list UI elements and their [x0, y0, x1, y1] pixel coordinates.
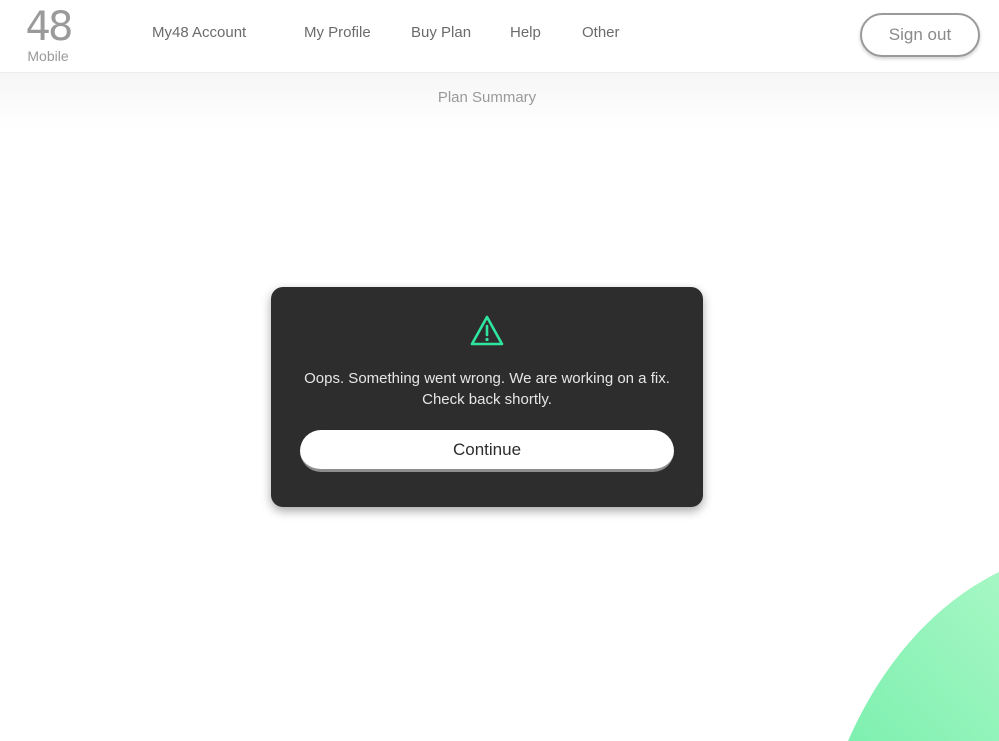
error-message-line-2: Check back shortly.: [422, 391, 552, 408]
nav-item-other[interactable]: Other: [582, 24, 620, 41]
error-dialog: Oops. Something went wrong. We are worki…: [271, 287, 703, 507]
logo-subtext: Mobile: [27, 48, 69, 64]
nav-item-help[interactable]: Help: [510, 24, 541, 41]
decorative-green-shape: [848, 572, 999, 741]
brand-logo[interactable]: 48 Mobile: [20, 6, 76, 66]
page-title: Plan Summary: [437, 89, 537, 106]
nav-item-my48-account[interactable]: My48 Account: [152, 24, 246, 41]
page-subheader: Plan Summary: [0, 73, 999, 129]
nav-item-buy-plan[interactable]: Buy Plan: [411, 24, 471, 41]
nav-item-my-profile[interactable]: My Profile: [304, 24, 371, 41]
sign-out-button[interactable]: Sign out: [860, 13, 980, 57]
continue-button[interactable]: Continue: [300, 430, 674, 472]
warning-triangle-icon: [469, 314, 505, 348]
logo-number: 48: [25, 4, 74, 50]
error-message: Oops. Something went wrong. We are worki…: [291, 368, 683, 410]
top-header: 48 Mobile My48 Account My Profile Buy Pl…: [0, 0, 999, 73]
error-message-line-1: Oops. Something went wrong. We are worki…: [304, 370, 670, 387]
